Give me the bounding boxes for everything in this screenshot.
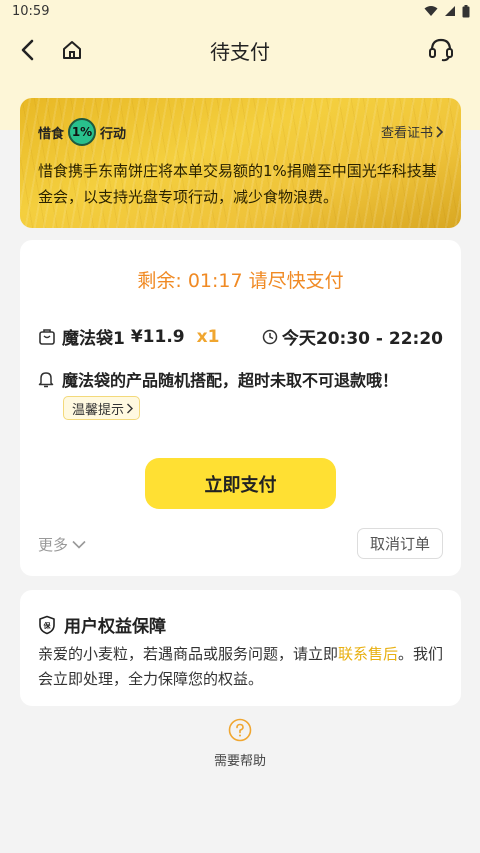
order-card: 剩余: 01:17 请尽快支付 魔法袋1 ¥11.9 x1 今天20:30 - …: [20, 240, 461, 576]
refund-notice-text: 魔法袋的产品随机搭配，超时未取不可退款哦！: [62, 371, 399, 390]
status-bar: 10:59: [0, 0, 480, 22]
rights-header: 保 用户权益保障: [38, 612, 166, 637]
status-time: 10:59: [12, 3, 50, 19]
pickup-time-text: 今天20:30 - 22:20: [281, 329, 443, 349]
user-rights-card: 保 用户权益保障 亲爱的小麦粒，若遇商品或服务问题，请立即联系售后。我们会立即处…: [20, 590, 461, 706]
view-certificate-label: 查看证书: [380, 126, 433, 141]
chevron-right-icon: [127, 403, 134, 413]
nav-bar: 待支付: [0, 22, 480, 78]
chevron-down-icon: [72, 540, 86, 549]
view-certificate-link[interactable]: 查看证书: [381, 122, 443, 141]
more-label: 更多: [38, 536, 69, 554]
pay-now-button[interactable]: 立即支付: [145, 458, 336, 509]
rights-desc-before: 亲爱的小麦粒，若遇商品或服务问题，请立即: [38, 645, 339, 663]
battery-icon: [462, 4, 470, 17]
signal-icon: [445, 6, 455, 16]
svg-text:保: 保: [43, 621, 52, 630]
shield-icon: 保: [39, 615, 55, 634]
status-icons: [424, 4, 470, 18]
payment-countdown: 剩余: 01:17 请尽快支付: [137, 270, 344, 292]
headset-icon: [429, 38, 453, 62]
help-button[interactable]: 需要帮助: [0, 718, 480, 769]
customer-service-button[interactable]: [426, 34, 456, 64]
charity-banner: 惜食 1% 行动 查看证书 惜食携手东南饼庄将本单交易额的1%捐赠至中国光华科技…: [20, 98, 461, 228]
rights-description: 亲爱的小麦粒，若遇商品或服务问题，请立即联系售后。我们会立即处理，全力保障您的权…: [38, 642, 448, 692]
banner-campaign-logo: 惜食 1% 行动: [38, 118, 126, 146]
percent-badge: 1%: [68, 118, 97, 146]
wifi-icon: [424, 6, 438, 16]
item-quantity: x1: [196, 326, 220, 347]
chevron-right-icon: [436, 125, 443, 138]
warm-tip-label: 温馨提示: [72, 402, 125, 418]
cancel-order-button[interactable]: 取消订单: [356, 528, 443, 559]
contact-after-sales-link[interactable]: 联系售后: [338, 645, 398, 663]
bag-icon: [39, 328, 55, 345]
item-price: ¥11.9: [130, 326, 185, 347]
item-name: 魔法袋1: [62, 329, 125, 349]
banner-description: 惜食携手东南饼庄将本单交易额的1%捐赠至中国光华科技基金会，以支持光盘专项行动，…: [38, 162, 437, 206]
bell-icon: [38, 372, 54, 388]
banner-label-left: 惜食: [38, 126, 65, 142]
order-item: 魔法袋1 ¥11.9 x1: [38, 324, 219, 349]
clock-icon: [262, 329, 278, 344]
banner-label-right: 行动: [100, 126, 127, 142]
pickup-time: 今天20:30 - 22:20: [262, 324, 443, 349]
question-circle-icon: [228, 718, 252, 742]
warm-tip-button[interactable]: 温馨提示: [63, 396, 141, 420]
help-label: 需要帮助: [213, 754, 266, 769]
more-toggle[interactable]: 更多: [38, 534, 86, 555]
rights-title: 用户权益保障: [64, 617, 166, 637]
page-title: 待支付: [210, 40, 270, 64]
refund-notice: 魔法袋的产品随机搭配，超时未取不可退款哦！: [38, 367, 398, 391]
